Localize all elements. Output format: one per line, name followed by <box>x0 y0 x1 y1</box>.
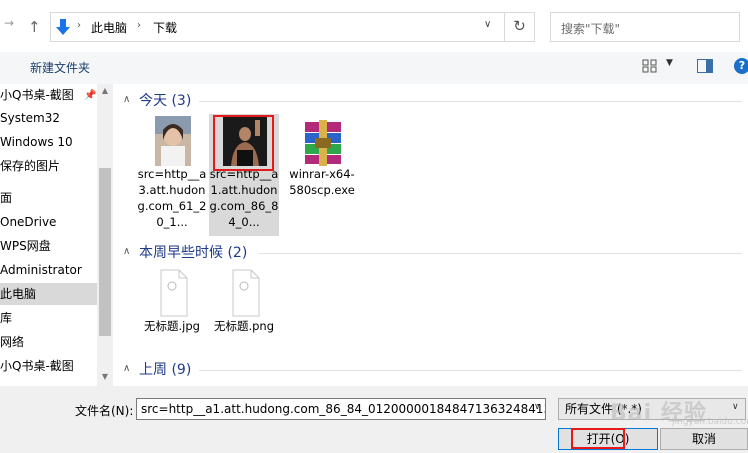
sidebar-item-label: 库 <box>0 311 13 325</box>
preview-pane-icon[interactable] <box>697 59 713 73</box>
group-title: 上周 (9) <box>139 362 192 378</box>
breadcrumb-this-pc[interactable]: 此电脑 <box>91 19 127 36</box>
winrar-icon <box>305 120 341 166</box>
sidebar-item-label: WPS网盘 <box>0 239 51 253</box>
file-name: 无标题.jpg <box>144 319 200 333</box>
sidebar-item-network[interactable]: 网络 <box>0 331 97 353</box>
group-header-today[interactable]: ∧ 今天 (3) <box>113 91 748 111</box>
sidebar-item-label: Windows 10 <box>0 135 73 149</box>
group-divider <box>199 101 742 102</box>
file-tile[interactable]: 无标题.png <box>209 266 279 356</box>
group-title: 本周早些时候 (2) <box>139 245 248 261</box>
sidebar-item-label: 面 <box>0 191 13 205</box>
sidebar-item-administrator[interactable]: Administrator <box>0 259 97 281</box>
filename-label: 文件名(N): <box>75 404 134 418</box>
sidebar-item-label: System32 <box>0 111 61 125</box>
pin-icon: 📌 <box>84 90 97 101</box>
address-history-chevron-icon[interactable]: ∨ <box>484 19 491 30</box>
sidebar-item-label: Administrator <box>0 263 82 277</box>
image-file-icon <box>232 269 260 317</box>
file-list-pane: ∧ 今天 (3) src=http__a3.att.hudong.com_61_… <box>113 84 748 386</box>
sidebar-item-saved-pictures[interactable]: 保存的图片 <box>0 155 97 177</box>
collapse-chevron-icon[interactable]: ∧ <box>123 94 130 105</box>
sidebar-item-libraries[interactable]: 库 <box>0 307 97 329</box>
search-placeholder: 搜索"下载" <box>561 22 621 36</box>
watermark-url: jingyan.baidu.com <box>672 417 748 427</box>
filename-history-chevron-icon[interactable]: ∨ <box>534 402 541 412</box>
sidebar-scroll-thumb[interactable] <box>99 168 111 336</box>
up-arrow-icon[interactable]: ↑ <box>28 16 46 38</box>
view-grid-icon[interactable] <box>642 59 658 73</box>
sidebar-item-wps-cloud[interactable]: WPS网盘 <box>0 235 97 257</box>
scroll-down-icon[interactable]: ▼ <box>97 372 113 384</box>
sidebar-item-label: 保存的图片 <box>0 159 61 173</box>
command-toolbar: 新建文件夹 ▼ ? <box>0 52 748 84</box>
group-divider <box>259 253 742 254</box>
file-name: src=http__a1.att.hudong.com_86_84_0... <box>209 167 279 229</box>
sidebar-item-label: OneDrive <box>0 215 57 229</box>
refresh-icon: ↻ <box>513 17 526 35</box>
breadcrumb-downloads[interactable]: 下载 <box>153 19 177 36</box>
file-tile[interactable]: src=http__a3.att.hudong.com_61_20_1... <box>137 114 207 236</box>
group-header-earlier-this-week[interactable]: ∧ 本周早些时候 (2) <box>113 243 748 263</box>
sidebar-item-label: 网络 <box>0 335 25 349</box>
file-tile[interactable]: winrar-x64-580scp.exe <box>287 114 357 236</box>
cancel-button[interactable]: 取消 <box>660 428 748 450</box>
image-file-icon <box>160 269 188 317</box>
sidebar-item-windows10[interactable]: Windows 10 <box>0 131 97 153</box>
group-title: 今天 (3) <box>139 93 192 109</box>
navigation-pane: 小Q书桌-截图 📌 System32 Windows 10 保存的图片 面 On… <box>0 84 113 386</box>
sidebar-item-onedrive[interactable]: OneDrive <box>0 211 97 233</box>
sidebar-item-system32[interactable]: System32 <box>0 107 97 129</box>
sidebar-item-screenshot-folder[interactable]: 小Q书桌-截图 📌 <box>0 84 97 106</box>
download-arrow-icon <box>56 19 70 35</box>
file-name: winrar-x64-580scp.exe <box>289 167 355 197</box>
sidebar-item-this-pc[interactable]: 此电脑 <box>0 283 97 305</box>
filename-input[interactable]: src=http__a1.att.hudong.com_86_84_012000… <box>136 398 546 420</box>
sidebar-item-label: 小Q书桌-截图 <box>0 88 74 102</box>
view-options-chevron-icon[interactable]: ▼ <box>666 58 673 68</box>
forward-chevron-icon[interactable]: → <box>4 16 18 38</box>
scroll-up-icon[interactable]: ▲ <box>97 86 113 98</box>
annotation-highlight <box>571 428 625 449</box>
group-divider <box>199 370 742 371</box>
sidebar-item-screenshot-folder-2[interactable]: 小Q书桌-截图 <box>0 355 97 377</box>
group-header-last-week[interactable]: ∧ 上周 (9) <box>113 360 748 380</box>
refresh-button[interactable]: ↻ <box>505 12 535 42</box>
annotation-highlight <box>213 115 274 171</box>
help-icon[interactable]: ? <box>734 58 748 74</box>
sidebar-scrollbar[interactable]: ▲ ▼ <box>97 84 113 386</box>
collapse-chevron-icon[interactable]: ∧ <box>123 246 130 257</box>
address-bar-row: → ↑ › 此电脑 › 下载 ∨ ↻ 搜索"下载" <box>0 0 748 52</box>
file-name: 无标题.png <box>213 319 275 333</box>
filetype-chevron-icon[interactable]: ∨ <box>732 402 739 412</box>
breadcrumb-separator-icon: › <box>137 20 141 31</box>
breadcrumb-separator-icon: › <box>77 20 81 31</box>
address-box[interactable]: › 此电脑 › 下载 ∨ <box>50 12 505 42</box>
sidebar-item-label: 此电脑 <box>0 287 37 301</box>
collapse-chevron-icon[interactable]: ∧ <box>123 363 130 374</box>
search-input[interactable]: 搜索"下载" <box>550 12 740 42</box>
photo-thumbnail-icon <box>155 116 191 166</box>
sidebar-item-desktop[interactable]: 面 <box>0 187 97 209</box>
file-tile[interactable]: 无标题.jpg <box>137 266 207 356</box>
file-name: src=http__a3.att.hudong.com_61_20_1... <box>137 167 207 229</box>
sidebar-item-label: 小Q书桌-截图 <box>0 359 74 373</box>
new-folder-button[interactable]: 新建文件夹 <box>30 59 90 76</box>
